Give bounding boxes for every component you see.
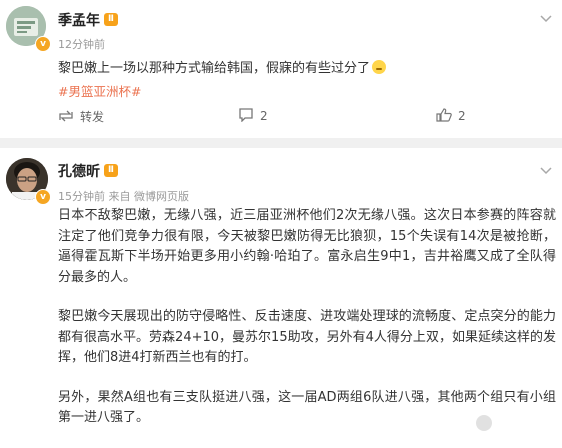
comment-count: 2 <box>260 109 268 123</box>
paragraph: 黎巴嫩今天展现出的防守侵略性、反击速度、进攻端处理球的流畅度、定点突分的能力都有… <box>58 309 556 365</box>
post-separator <box>0 138 562 148</box>
username[interactable]: 孔德昕 <box>58 161 100 181</box>
comment-button[interactable]: 2 <box>238 108 268 125</box>
post-card-1: v 季孟年 Ⅱ 12分钟前 黎巴嫩上一场以那种方式输给韩国，假寐的有些过分了 #… <box>0 0 562 138</box>
post-time: 15分钟前 <box>58 190 105 203</box>
level-badge: Ⅱ <box>104 164 118 177</box>
post-text-content: 黎巴嫩上一场以那种方式输给韩国，假寐的有些过分了 <box>58 61 371 76</box>
chevron-down-icon[interactable] <box>540 12 552 26</box>
action-bar: 转发 2 2 <box>0 104 562 130</box>
post-card-2: v 孔德昕 Ⅱ 15分钟前 来自 微博网页版 日本不敌黎巴嫩，无缘八强，近三届亚… <box>0 148 562 441</box>
verified-icon: v <box>35 189 51 205</box>
post-source[interactable]: 来自 微博网页版 <box>109 190 190 203</box>
username[interactable]: 季孟年 <box>58 10 100 30</box>
post-text: 黎巴嫩上一场以那种方式输给韩国，假寐的有些过分了 <box>58 57 387 76</box>
watermark-text: @浪潮神论 <box>495 416 556 430</box>
repost-label: 转发 <box>80 110 105 124</box>
paragraph: 日本不敌黎巴嫩，无缘八强，近三届亚洲杯他们2次无缘八强。这次日本参赛的阵容就注定… <box>58 208 556 285</box>
post-meta: 15分钟前 来自 微博网页版 <box>58 188 189 204</box>
watermark: @浪潮神论 <box>475 414 556 431</box>
like-button[interactable]: 2 <box>436 108 466 125</box>
thumbs-up-icon <box>436 108 452 125</box>
watermark-logo-icon <box>475 414 492 431</box>
comment-icon <box>238 108 254 125</box>
verified-icon: v <box>35 36 51 52</box>
repost-button[interactable]: 转发 <box>58 108 104 126</box>
post-text: 日本不敌黎巴嫩，无缘八强，近三届亚洲杯他们2次无缘八强。这次日本参赛的阵容就注定… <box>58 206 556 448</box>
repost-icon <box>58 109 74 126</box>
chevron-down-icon[interactable] <box>540 164 552 178</box>
post-time: 12分钟前 <box>58 38 105 51</box>
level-badge: Ⅱ <box>104 13 118 26</box>
hashtag-link[interactable]: #男篮亚洲杯# <box>58 81 141 100</box>
smiling-face-icon <box>372 60 387 74</box>
like-count: 2 <box>458 109 466 123</box>
